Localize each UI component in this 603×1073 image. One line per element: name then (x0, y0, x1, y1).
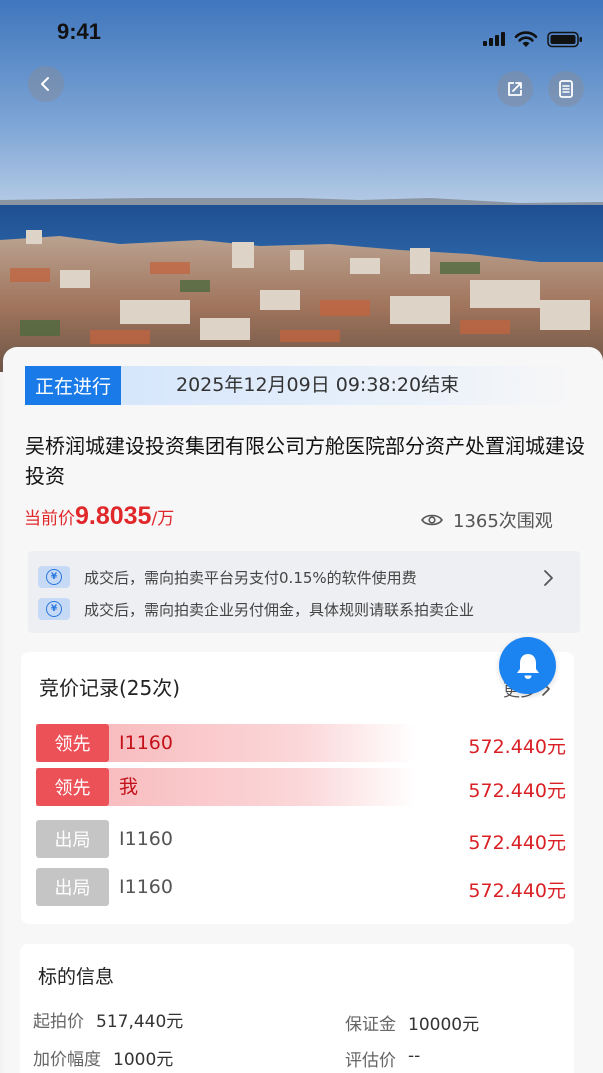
bid-amount: 572.440元 (468, 736, 566, 758)
notice-item: ¥ 成交后，需向拍卖平台另支付0.15%的软件使用费 (38, 565, 417, 589)
end-time: 2025年12月09日 09:38:20结束 (176, 374, 460, 396)
price-unit: /万 (151, 509, 175, 529)
deposit: 保证金 10000元 (345, 1010, 479, 1035)
bid-record-title: 竞价记录(25次) (39, 676, 181, 700)
view-count: 1365次围观 (421, 506, 553, 534)
auction-title: 吴桥润城建设投资集团有限公司方舱医院部分资产处置润城建设投资 (25, 434, 585, 488)
notice-text: 成交后，需向拍卖平台另支付0.15%的软件使用费 (84, 568, 417, 587)
yen-coin-icon: ¥ (38, 598, 70, 620)
bid-status-badge: 领先 (36, 768, 109, 806)
back-button[interactable] (28, 66, 64, 102)
auction-status-row: 正在进行 2025年12月09日 09:38:20结束 (25, 366, 575, 405)
bidder-name: 我 (119, 776, 139, 798)
bid-amount: 572.440元 (468, 880, 566, 902)
cellular-signal-icon (483, 32, 505, 46)
status-bar: 9:41 (0, 0, 603, 66)
start-price-value: 517,440元 (96, 1012, 184, 1032)
bid-amount: 572.440元 (468, 780, 566, 802)
current-price: 当前价 9.8035 /万 (24, 502, 174, 536)
chevron-left-icon (41, 77, 49, 91)
status-time: 9:41 (57, 19, 102, 44)
notice-item: ¥ 成交后，需向拍卖企业另付佣金，具体规则请联系拍卖企业 (38, 597, 474, 621)
bidder-name: I1160 (119, 828, 173, 850)
increment-value: 1000元 (113, 1050, 174, 1070)
share-button[interactable] (497, 71, 533, 107)
status-badge: 正在进行 (25, 366, 121, 405)
bid-status-badge: 领先 (36, 724, 109, 762)
bid-status-badge: 出局 (36, 868, 109, 906)
bid-amount: 572.440元 (468, 832, 566, 854)
bid-row: 出局 I1160 572.440元 (36, 820, 566, 858)
notice-text: 成交后，需向拍卖企业另付佣金，具体规则请联系拍卖企业 (84, 600, 475, 619)
price-label: 当前价 (24, 509, 75, 529)
chevron-right-icon[interactable] (541, 568, 555, 588)
start-price: 起拍价 517,440元 (33, 1007, 183, 1032)
bidder-name: I1160 (119, 876, 173, 898)
fee-notice[interactable]: ¥ 成交后，需向拍卖平台另支付0.15%的软件使用费 ¥ 成交后，需向拍卖企业另… (28, 551, 580, 633)
bid-row: 领先 I1160 572.440元 (36, 724, 566, 762)
price-value: 9.8035 (75, 502, 152, 530)
bid-status-badge: 出局 (36, 820, 109, 858)
battery-icon (547, 31, 582, 47)
appraisal-price: 评估价 -- (345, 1046, 420, 1071)
subject-info-title: 标的信息 (38, 966, 115, 988)
appraisal-value: -- (408, 1046, 421, 1066)
bid-increment: 加价幅度 1000元 (33, 1045, 173, 1070)
bell-button[interactable] (499, 637, 556, 694)
bell-icon (516, 653, 539, 679)
document-button[interactable] (548, 71, 584, 107)
status-icons (483, 28, 583, 50)
document-icon (559, 80, 573, 98)
bid-row: 领先 我 572.440元 (36, 768, 566, 806)
increment-label: 加价幅度 (33, 1050, 101, 1070)
share-icon (508, 82, 522, 96)
deposit-value: 10000元 (408, 1015, 480, 1035)
eye-icon (421, 514, 443, 526)
start-price-label: 起拍价 (33, 1012, 84, 1032)
bidder-name: I1160 (119, 732, 173, 754)
bid-row: 出局 I1160 572.440元 (36, 868, 566, 906)
yen-coin-icon: ¥ (38, 566, 70, 588)
view-count-text: 1365次围观 (453, 511, 553, 532)
wifi-icon (514, 30, 538, 47)
deposit-label: 保证金 (345, 1015, 396, 1035)
appraisal-label: 评估价 (345, 1051, 396, 1071)
